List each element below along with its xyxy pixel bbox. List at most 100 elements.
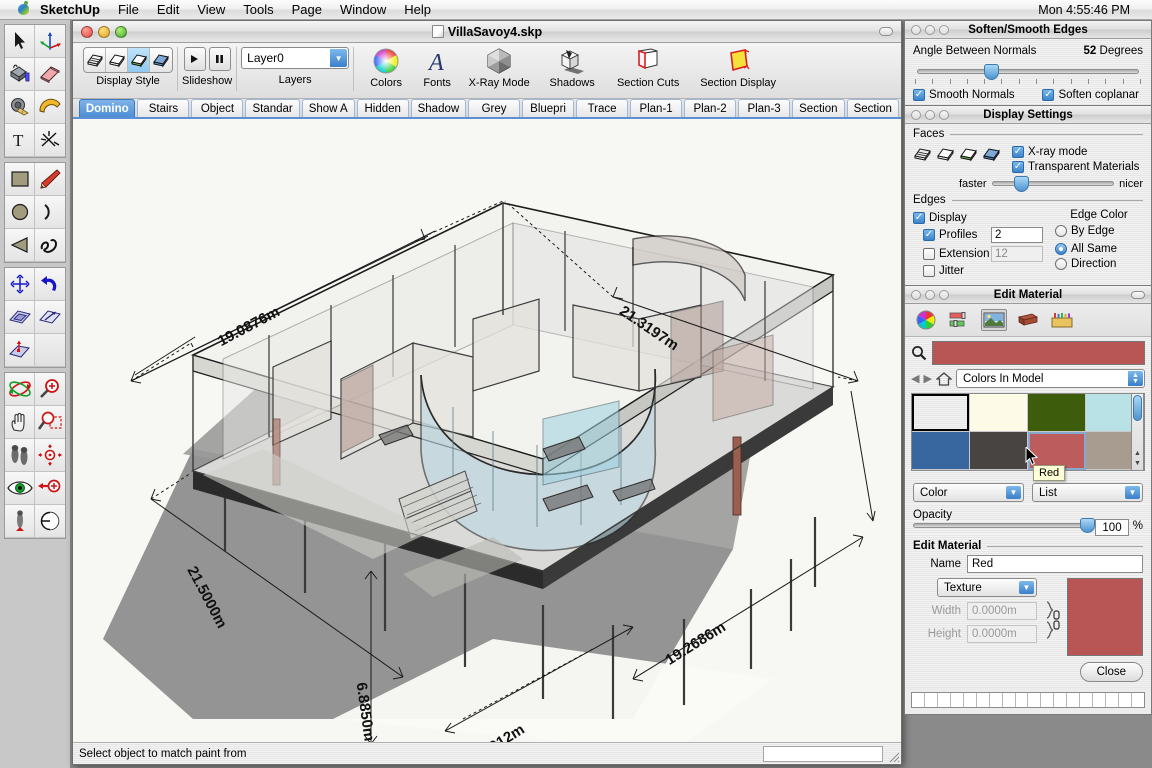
textured-style-icon[interactable] [150, 48, 172, 72]
resize-grip-icon[interactable] [886, 749, 900, 763]
zoom-window-button[interactable] [115, 26, 127, 38]
section-cuts-button[interactable]: Section Cuts [606, 47, 690, 89]
smooth-normals-checkbox[interactable]: ✓ Smooth Normals [913, 89, 1015, 101]
text-tool-icon[interactable]: T [5, 124, 35, 157]
shadows-button[interactable]: Shadows [538, 47, 606, 89]
texture-height-field[interactable]: 0.0000m [967, 625, 1037, 643]
scroll-up-arrow-icon[interactable]: ▲ [1132, 449, 1143, 459]
select-arrow-icon[interactable] [5, 25, 35, 58]
chevron-down-icon[interactable]: ▼ [1125, 486, 1140, 499]
page-tab-domino[interactable]: Domino [79, 99, 135, 117]
list-view-dropdown[interactable]: List ▼ [1032, 483, 1143, 502]
play-icon[interactable] [184, 47, 206, 71]
image-palette-icon[interactable] [981, 309, 1007, 331]
minimize-window-button[interactable] [98, 26, 110, 38]
soften-coplanar-checkbox[interactable]: ✓ Soften coplanar [1042, 89, 1139, 101]
edge-color-by-edge-radio[interactable]: By Edge [1055, 225, 1114, 237]
transparent-materials-checkbox[interactable]: ✓ Transparent Materials [1012, 161, 1139, 173]
measurement-input[interactable] [763, 746, 883, 762]
crayons-icon[interactable] [1049, 309, 1075, 331]
brick-texture-icon[interactable] [1015, 309, 1041, 331]
axes-icon[interactable] [35, 25, 65, 58]
paint-bucket-icon[interactable] [5, 58, 35, 91]
material-swatch[interactable] [970, 394, 1028, 432]
stepper-icon[interactable]: ▲▼ [1128, 371, 1143, 386]
soften-smooth-header[interactable]: Soften/Smooth Edges [905, 21, 1151, 39]
page-tab-object[interactable]: Object [191, 99, 243, 117]
collection-select[interactable]: Colors In Model ▲▼ [956, 369, 1145, 388]
textured-face-icon[interactable] [982, 145, 1002, 163]
dimension-tool-icon[interactable] [35, 124, 65, 157]
walk-icon[interactable] [5, 439, 35, 472]
menu-item-tools[interactable]: Tools [234, 0, 282, 20]
toolbar-toggle-button[interactable] [879, 27, 893, 36]
search-icon[interactable] [911, 345, 927, 361]
pan-hand-icon[interactable] [5, 406, 35, 439]
angle-slider-thumb[interactable] [984, 64, 999, 80]
quality-slider-thumb[interactable] [1014, 176, 1029, 192]
model-viewport[interactable] [73, 119, 901, 752]
hidden-line-face-icon[interactable] [936, 145, 956, 163]
colors-button[interactable]: Colors [358, 47, 414, 89]
display-settings-header[interactable]: Display Settings [905, 106, 1151, 124]
chevron-down-icon[interactable]: ▼ [330, 49, 347, 67]
menu-item-window[interactable]: Window [331, 0, 395, 20]
page-tab-stairs[interactable]: Stairs [137, 99, 189, 117]
close-window-button[interactable] [81, 26, 93, 38]
wireframe-face-icon[interactable] [913, 145, 933, 163]
polygon-icon[interactable] [5, 229, 35, 262]
position-camera-icon[interactable] [5, 505, 35, 538]
display-edges-checkbox[interactable]: ✓ Display [913, 212, 967, 224]
color-view-dropdown[interactable]: Color ▼ [913, 483, 1024, 502]
zoom-in-icon[interactable] [35, 373, 65, 406]
protractor-icon[interactable] [35, 91, 65, 124]
opacity-slider-track[interactable] [913, 523, 1095, 528]
home-icon[interactable] [936, 372, 952, 386]
edge-color-direction-radio[interactable]: Direction [1055, 258, 1116, 270]
material-browser-header[interactable]: Edit Material [905, 286, 1151, 304]
page-tab-plan-3[interactable]: Plan-3 [738, 99, 790, 117]
pushpull-icon[interactable] [5, 301, 35, 334]
rectangle-icon[interactable] [5, 163, 35, 196]
material-swatch-grid[interactable] [911, 393, 1145, 471]
page-tab-section-1[interactable]: Section [792, 99, 844, 117]
pencil-line-icon[interactable] [35, 163, 65, 196]
arc-icon[interactable] [35, 196, 65, 229]
eraser-icon[interactable] [35, 58, 65, 91]
xray-mode-checkbox[interactable]: ✓ X-ray mode [1012, 146, 1087, 158]
menu-item-edit[interactable]: Edit [148, 0, 188, 20]
page-tab-bluepri[interactable]: Bluepri [522, 99, 574, 117]
section-display-button[interactable]: Section Display [690, 47, 786, 89]
menubar-clock[interactable]: Mon 4:55:46 PM [1038, 0, 1130, 20]
look-around-icon[interactable] [5, 472, 35, 505]
opacity-value-field[interactable]: 100 [1095, 519, 1129, 536]
extension-value-field[interactable]: 12 [991, 246, 1043, 262]
wireframe-style-icon[interactable] [84, 48, 106, 72]
page-tab-shadow[interactable]: Shadow [411, 99, 466, 117]
scroll-down-arrow-icon[interactable]: ▼ [1132, 459, 1143, 469]
jitter-checkbox[interactable]: Jitter [923, 265, 991, 277]
back-arrow-icon[interactable]: ◀ [911, 372, 919, 385]
angle-slider[interactable] [917, 64, 1139, 78]
extension-checkbox[interactable]: Extension [923, 248, 991, 260]
material-swatch[interactable] [912, 432, 970, 470]
apple-logo-icon[interactable] [14, 1, 32, 18]
material-swatch[interactable] [970, 432, 1028, 470]
zoom-extents-icon[interactable] [35, 439, 65, 472]
color-wheel-icon[interactable] [913, 309, 939, 331]
page-tab-standar[interactable]: Standar [245, 99, 299, 117]
section-plane-icon[interactable] [35, 505, 65, 538]
menu-item-help[interactable]: Help [395, 0, 440, 20]
zoom-window-icon[interactable] [35, 406, 65, 439]
quality-slider[interactable] [992, 177, 1115, 190]
profiles-value-field[interactable]: 2 [991, 227, 1043, 243]
forward-arrow-icon[interactable]: ▶ [923, 372, 931, 385]
profiles-checkbox[interactable]: ✓ Profiles [923, 229, 991, 241]
hidden-line-style-icon[interactable] [106, 48, 128, 72]
fonts-button[interactable]: A Fonts [414, 47, 460, 89]
page-tab-hidden[interactable]: Hidden [357, 99, 409, 117]
page-tab-plan-2[interactable]: Plan-2 [684, 99, 736, 117]
freehand-icon[interactable] [35, 229, 65, 262]
material-swatch[interactable] [912, 394, 970, 432]
color-sliders-icon[interactable] [947, 309, 973, 331]
